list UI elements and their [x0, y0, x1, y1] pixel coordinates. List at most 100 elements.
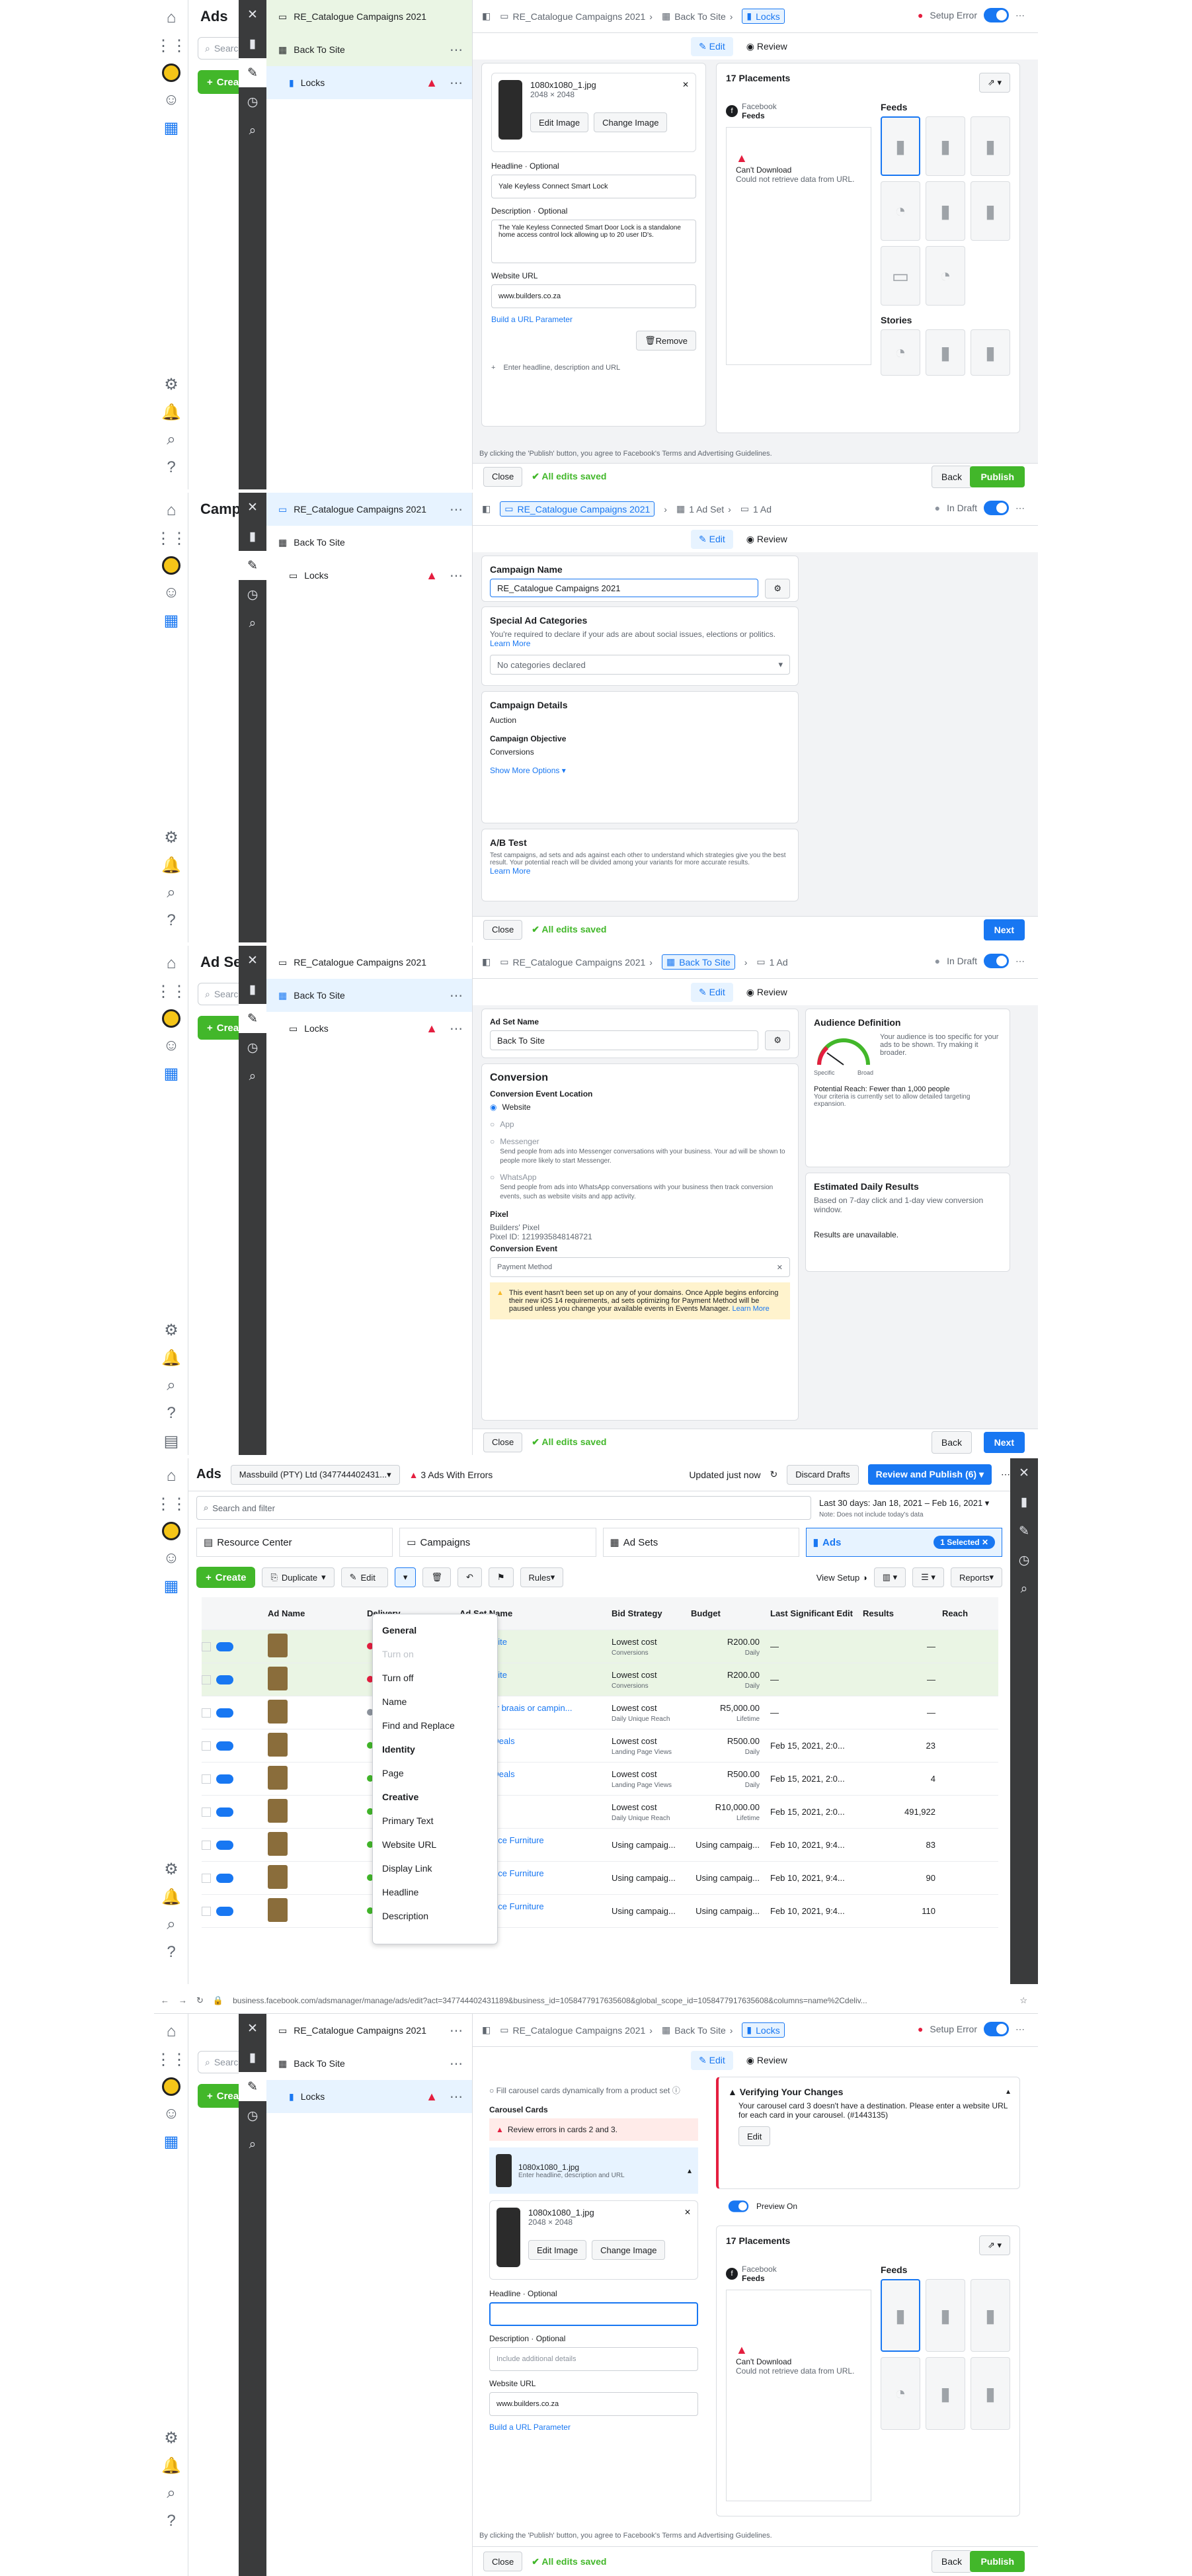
- clock-icon[interactable]: ◷: [1010, 1546, 1038, 1575]
- open-preview-button[interactable]: ⇗ ▾: [978, 2235, 1010, 2255]
- fill-carousel-toggle[interactable]: ○ Fill carousel cards dynamically from a…: [489, 2085, 698, 2096]
- build-url-link[interactable]: Build a URL Parameter: [491, 315, 696, 324]
- ad-toggle[interactable]: [984, 2022, 1009, 2036]
- radio-website[interactable]: ◉ Website: [490, 1102, 790, 1112]
- view-setup-toggle[interactable]: View Setup ◑: [816, 1573, 867, 1583]
- breakdown-button[interactable]: ☰ ▾: [912, 1567, 944, 1587]
- smiley-icon[interactable]: ☺: [154, 1544, 188, 1572]
- radio-whatsapp[interactable]: ○ WhatsApp Send people from ads into Whats…: [490, 1173, 790, 1200]
- placement-thumb[interactable]: ◔: [881, 2357, 920, 2430]
- table-row[interactable]: ActiveHome Office Furniture3 active adsU…: [202, 1829, 998, 1862]
- back-button[interactable]: Back: [931, 1431, 972, 1454]
- delete-icon[interactable]: 🗑: [422, 1567, 451, 1587]
- campaign-name-input[interactable]: RE_Catalogue Campaigns 2021: [490, 579, 759, 597]
- review-tab[interactable]: ◉ Review: [746, 987, 787, 998]
- pencil-icon[interactable]: ✎: [1010, 1517, 1038, 1546]
- close-button[interactable]: Close: [483, 1432, 523, 1452]
- pencil-icon[interactable]: ✎: [239, 551, 266, 580]
- table-icon[interactable]: ▦: [154, 606, 188, 634]
- crumb-adset[interactable]: ▦ 1 Ad Set ›: [676, 503, 731, 515]
- open-preview-button[interactable]: ⇗ ▾: [978, 73, 1010, 93]
- ab-learn-link[interactable]: Learn More: [490, 866, 790, 876]
- table-row[interactable]: ActiveGoldsun1 active adLowest costDaily…: [202, 1796, 998, 1829]
- apps-icon[interactable]: ⋮⋮: [154, 1490, 188, 1518]
- placement-thumb[interactable]: ▮: [971, 2279, 1010, 2352]
- tab-resource-center[interactable]: ▤ Resource Center: [196, 1528, 393, 1557]
- col-budget[interactable]: Budget: [691, 1608, 770, 1618]
- gear-icon[interactable]: ⚙: [154, 1855, 188, 1883]
- row-toggle[interactable]: [216, 1807, 233, 1817]
- close-button[interactable]: Close: [483, 466, 523, 487]
- more-icon[interactable]: ⋯: [450, 501, 463, 518]
- account-logo[interactable]: [161, 2077, 180, 2096]
- close-icon[interactable]: ✕: [682, 80, 689, 89]
- table-icon[interactable]: ▦: [154, 114, 188, 142]
- show-more-link[interactable]: Show More Options ▾: [490, 766, 790, 775]
- home-icon[interactable]: ⌂: [154, 2018, 188, 2046]
- panel-icon[interactable]: ◧: [482, 503, 491, 515]
- close-button[interactable]: Close: [483, 919, 523, 940]
- crumb-adset[interactable]: ▦ Back To Site ›: [662, 2024, 733, 2036]
- more-icon[interactable]: ⋯: [450, 42, 463, 58]
- tree-ad[interactable]: ▮ Locks ▲ ⋯: [266, 66, 472, 99]
- account-logo[interactable]: [161, 1009, 180, 1028]
- panel-icon[interactable]: ◧: [482, 2024, 491, 2036]
- back-button[interactable]: Back: [931, 465, 972, 488]
- search-icon[interactable]: ⌕: [154, 879, 188, 907]
- headline-input[interactable]: Yale Keyless Connect Smart Lock: [491, 175, 696, 198]
- account-logo[interactable]: [161, 1522, 180, 1540]
- crumb-ad[interactable]: ▮ Locks: [742, 9, 785, 24]
- crumb-adset[interactable]: ▦ Back To Site: [661, 954, 735, 970]
- tree-campaign[interactable]: ▭ RE_Catalogue Campaigns 2021: [266, 0, 472, 33]
- placement-thumb[interactable]: ▮: [926, 116, 965, 176]
- smiley-icon[interactable]: ☺: [154, 1032, 188, 1059]
- help-icon[interactable]: ?: [154, 1399, 188, 1427]
- placement-thumb[interactable]: ▮: [926, 2279, 965, 2352]
- crumb-ad[interactable]: ▭ 1 Ad: [740, 503, 772, 515]
- more-icon[interactable]: ⋯: [1015, 10, 1025, 21]
- table-row[interactable]: ActiveWebsite Deals2 active adsLowest co…: [202, 1763, 998, 1796]
- row-checkbox[interactable]: [202, 1708, 211, 1718]
- chevron-up-icon[interactable]: ▴: [688, 2166, 692, 2175]
- adset-name-input[interactable]: Back To Site: [490, 1030, 759, 1050]
- tab-campaigns[interactable]: ▭ Campaigns: [399, 1528, 596, 1557]
- close-icon[interactable]: ✕: [239, 493, 266, 522]
- home-icon[interactable]: ⌂: [154, 1462, 188, 1490]
- menu-turn-off[interactable]: Turn off: [373, 1666, 497, 1690]
- gear-icon[interactable]: ⚙: [154, 370, 188, 398]
- help-icon[interactable]: ?: [154, 454, 188, 481]
- settings-icon[interactable]: ⚙: [765, 579, 790, 599]
- more-icon[interactable]: ⋯: [450, 2022, 463, 2039]
- campaign-toggle[interactable]: [984, 501, 1009, 515]
- zoom-icon[interactable]: ⌕: [239, 116, 266, 145]
- close-button[interactable]: Close: [483, 2552, 523, 2571]
- row-checkbox[interactable]: [202, 1741, 211, 1751]
- menu-name[interactable]: Name: [373, 1690, 497, 1714]
- zoom-icon[interactable]: ⌕: [1010, 1575, 1038, 1604]
- placement-thumb[interactable]: ◔: [926, 246, 965, 306]
- story-thumb[interactable]: ▮: [926, 329, 965, 376]
- clock-icon[interactable]: ◷: [239, 87, 266, 116]
- review-tab[interactable]: ◉ Review: [746, 534, 787, 545]
- chart-icon[interactable]: ▮: [239, 522, 266, 551]
- more-icon[interactable]: ⋯: [450, 2089, 463, 2105]
- headline-input[interactable]: [489, 2302, 698, 2326]
- placement-thumb[interactable]: ▭: [881, 246, 920, 306]
- home-icon[interactable]: ⌂: [154, 950, 188, 977]
- crumb-campaign[interactable]: ▭ RE_Catalogue Campaigns 2021 ›: [500, 2024, 653, 2036]
- tab-ads[interactable]: ▮ Ads 1 Selected ✕: [805, 1528, 1002, 1557]
- table-row[interactable]: ActiveHome Office Furniture3 active adsU…: [202, 1862, 998, 1895]
- more-icon[interactable]: ⋯: [1015, 503, 1025, 514]
- row-toggle[interactable]: [216, 1873, 233, 1883]
- website-input[interactable]: www.builders.co.za: [491, 284, 696, 308]
- pencil-icon[interactable]: ✎: [239, 1004, 266, 1033]
- menu-headline[interactable]: Headline: [373, 1880, 497, 1904]
- chart-icon[interactable]: ▮: [239, 2043, 266, 2072]
- edit-image-button[interactable]: Edit Image: [530, 112, 589, 132]
- radio-messenger[interactable]: ○ Messenger Send people from ads into Mess…: [490, 1137, 790, 1165]
- description-input[interactable]: Include additional details: [489, 2347, 698, 2371]
- categories-select[interactable]: No categories declared ▾: [490, 655, 790, 675]
- row-checkbox[interactable]: [202, 1873, 211, 1883]
- zoom-icon[interactable]: ⌕: [239, 2130, 266, 2159]
- clock-icon[interactable]: ◷: [239, 2101, 266, 2130]
